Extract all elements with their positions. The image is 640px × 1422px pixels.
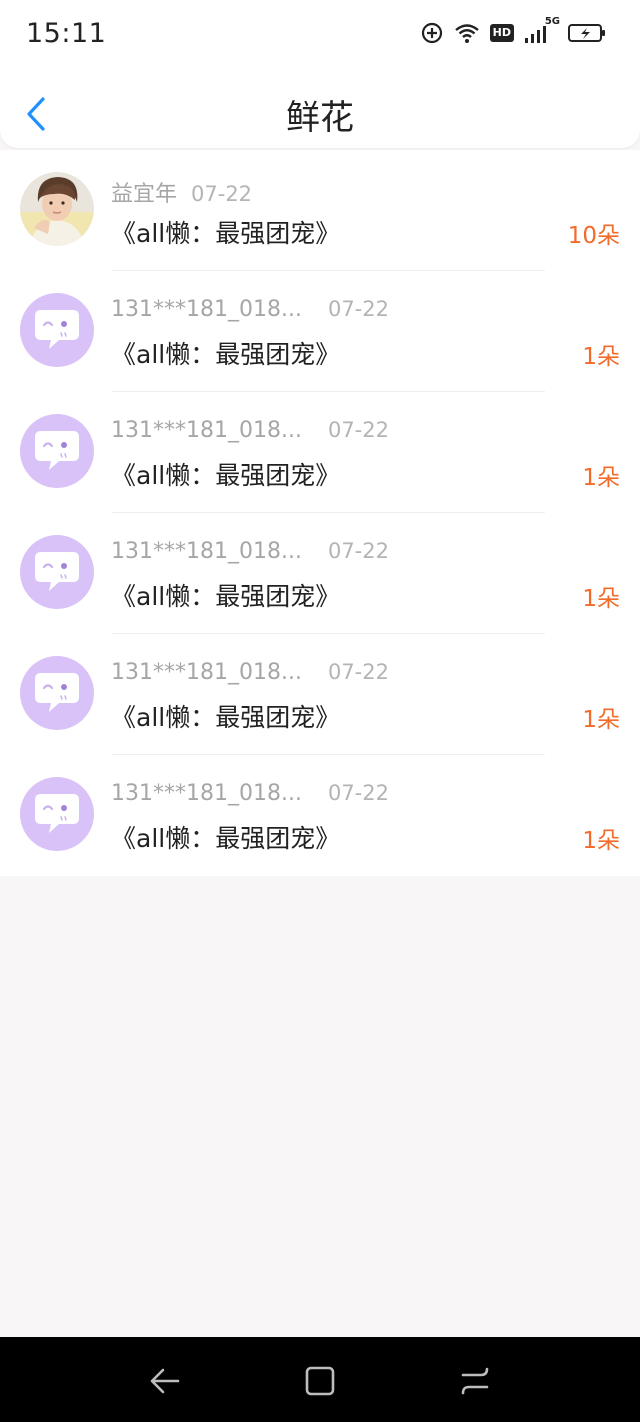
avatar[interactable] bbox=[20, 777, 94, 851]
username[interactable]: 131***181_018... bbox=[111, 539, 302, 564]
book-title[interactable]: 《all懒：最强团宠》 bbox=[111, 698, 340, 734]
list-item[interactable]: 131***181_018... 07-22 《all懒：最强团宠》 1朵 bbox=[0, 513, 640, 634]
chat-bubble-avatar-icon bbox=[35, 794, 79, 833]
list-item[interactable]: 131***181_018... 07-22 《all懒：最强团宠》 1朵 bbox=[0, 634, 640, 755]
avatar[interactable] bbox=[20, 535, 94, 609]
record-date: 07-22 bbox=[191, 182, 253, 206]
book-title[interactable]: 《all懒：最强团宠》 bbox=[111, 335, 340, 371]
book-title[interactable]: 《all懒：最强团宠》 bbox=[111, 456, 340, 492]
system-navigation-bar bbox=[0, 1337, 640, 1422]
page-title: 鲜花 bbox=[286, 98, 354, 138]
list-item[interactable]: 益宜年 07-22 《all懒：最强团宠》 10朵 bbox=[0, 150, 640, 271]
status-time: 15:11 bbox=[26, 18, 107, 49]
username[interactable]: 131***181_018... bbox=[111, 297, 302, 322]
avatar[interactable] bbox=[20, 414, 94, 488]
book-title[interactable]: 《all懒：最强团宠》 bbox=[111, 819, 340, 855]
username[interactable]: 131***181_018... bbox=[111, 418, 302, 443]
flower-count: 1朵 bbox=[582, 344, 620, 370]
nav-home-button[interactable] bbox=[298, 1359, 342, 1403]
nav-back-button[interactable] bbox=[143, 1359, 187, 1403]
flower-count: 1朵 bbox=[582, 465, 620, 491]
recents-nav-icon bbox=[461, 1367, 489, 1395]
nav-recents-button[interactable] bbox=[453, 1359, 497, 1403]
record-date: 07-22 bbox=[327, 781, 389, 805]
record-user-line: 131***181_018... 07-22 bbox=[111, 418, 389, 443]
book-title[interactable]: 《all懒：最强团宠》 bbox=[111, 214, 340, 250]
record-user-line: 131***181_018... 07-22 bbox=[111, 539, 389, 564]
flower-record-list: 益宜年 07-22 《all懒：最强团宠》 10朵 131***181_018..… bbox=[0, 150, 640, 876]
top-bar: 15:11 HD 5G 鲜花 bbox=[0, 0, 640, 148]
app-screen: 15:11 HD 5G 鲜花 益宜年 07-22 《all懒：最强团宠》 10朵… bbox=[0, 0, 640, 1422]
chat-bubble-avatar-icon bbox=[35, 673, 79, 712]
record-user-line: 131***181_018... 07-22 bbox=[111, 660, 389, 685]
book-title[interactable]: 《all懒：最强团宠》 bbox=[111, 577, 340, 613]
username[interactable]: 益宜年 bbox=[111, 182, 177, 207]
wifi-icon bbox=[454, 22, 480, 44]
username[interactable]: 131***181_018... bbox=[111, 660, 302, 685]
username[interactable]: 131***181_018... bbox=[111, 781, 302, 806]
avatar[interactable] bbox=[20, 172, 94, 246]
list-item[interactable]: 131***181_018... 07-22 《all懒：最强团宠》 1朵 bbox=[0, 755, 640, 876]
record-user-line: 益宜年 07-22 bbox=[111, 176, 252, 208]
flower-count: 10朵 bbox=[567, 223, 620, 249]
avatar[interactable] bbox=[20, 293, 94, 367]
chat-bubble-avatar-icon bbox=[35, 431, 79, 470]
record-date: 07-22 bbox=[327, 539, 389, 563]
location-icon bbox=[420, 21, 444, 45]
flower-count: 1朵 bbox=[582, 828, 620, 854]
record-date: 07-22 bbox=[327, 297, 389, 321]
chat-bubble-avatar-icon bbox=[35, 310, 79, 349]
record-date: 07-22 bbox=[327, 418, 389, 442]
home-nav-icon bbox=[305, 1366, 335, 1396]
flower-count: 1朵 bbox=[582, 586, 620, 612]
list-item[interactable]: 131***181_018... 07-22 《all懒：最强团宠》 1朵 bbox=[0, 271, 640, 392]
record-user-line: 131***181_018... 07-22 bbox=[111, 781, 389, 806]
status-icons: HD 5G bbox=[420, 16, 606, 48]
record-user-line: 131***181_018... 07-22 bbox=[111, 297, 389, 322]
list-item[interactable]: 131***181_018... 07-22 《all懒：最强团宠》 1朵 bbox=[0, 392, 640, 513]
record-date: 07-22 bbox=[327, 660, 389, 684]
back-nav-icon bbox=[150, 1368, 180, 1394]
signal-icon: 5G bbox=[524, 16, 560, 44]
flower-count: 1朵 bbox=[582, 707, 620, 733]
chat-bubble-avatar-icon bbox=[35, 552, 79, 591]
avatar[interactable] bbox=[20, 656, 94, 730]
hd-icon: HD bbox=[489, 24, 514, 42]
battery-charging-icon bbox=[568, 23, 606, 43]
